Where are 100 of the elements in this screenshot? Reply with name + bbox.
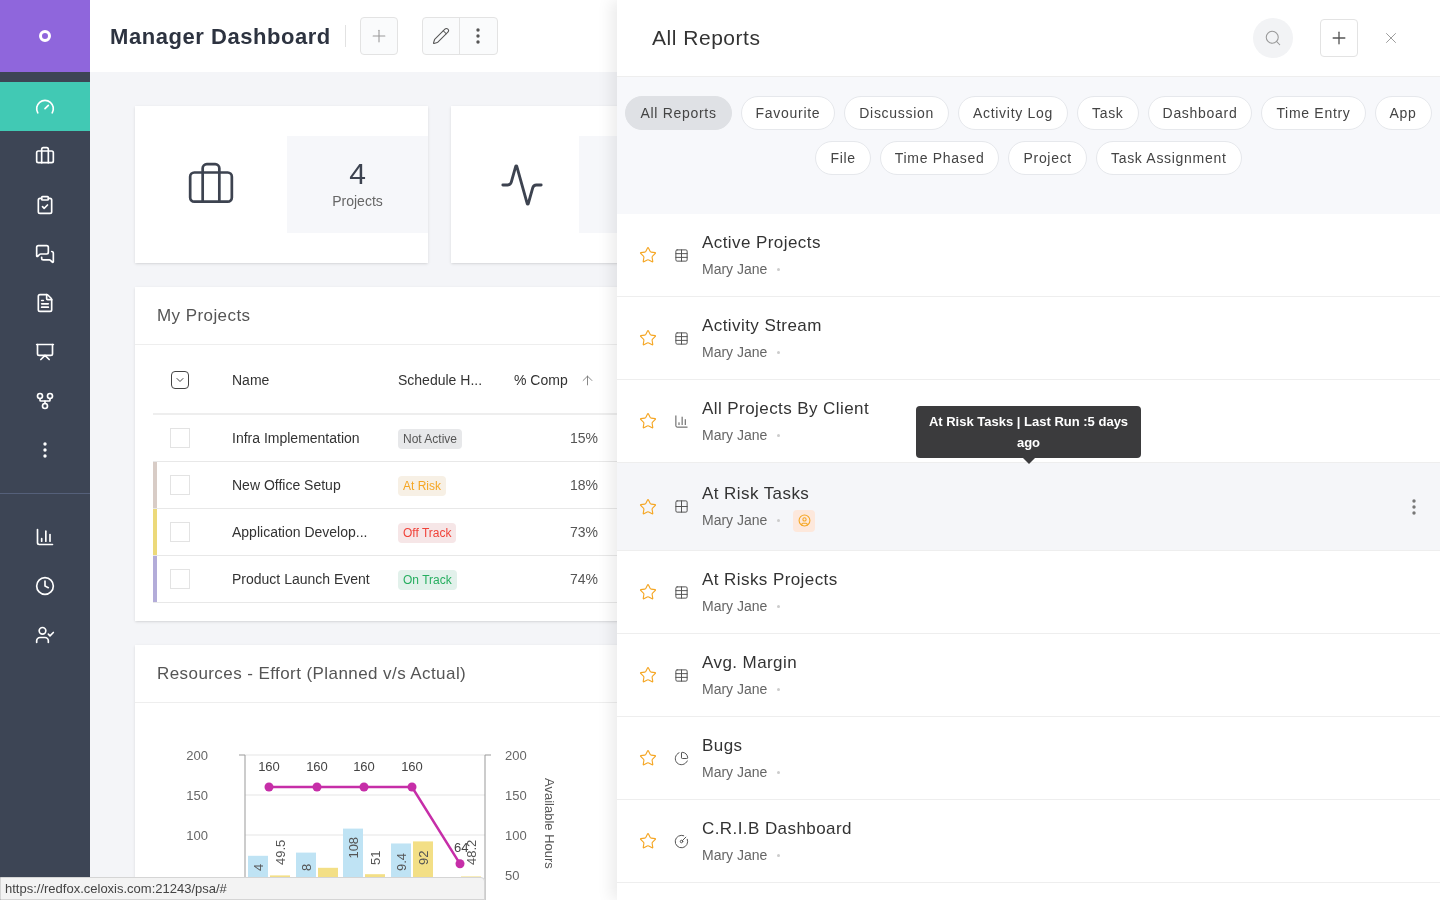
- data-label: 160: [258, 759, 280, 774]
- data-label: 160: [401, 759, 423, 774]
- data-label: 4: [251, 863, 266, 871]
- axis-tick-label: 200: [186, 748, 208, 763]
- status-label: Not Active: [398, 428, 463, 449]
- chat-icon: [35, 243, 55, 264]
- user-icon: [797, 514, 811, 528]
- add-button[interactable]: [359, 17, 398, 55]
- project-name[interactable]: Infra Implementation: [232, 427, 398, 449]
- star-icon[interactable]: [639, 329, 657, 347]
- star-icon[interactable]: [639, 832, 657, 850]
- filter-chip[interactable]: Time Phased: [879, 141, 1000, 175]
- filter-chip[interactable]: All Reports: [625, 96, 732, 130]
- row-checkbox[interactable]: [170, 569, 190, 589]
- report-title[interactable]: All Projects By Client: [702, 396, 870, 422]
- filter-chip[interactable]: Dashboard: [1147, 96, 1253, 130]
- logo-icon: [39, 30, 51, 42]
- table-icon: [674, 247, 689, 263]
- chart-icon: [35, 526, 55, 547]
- filter-chip[interactable]: App: [1374, 96, 1432, 130]
- star-icon[interactable]: [639, 246, 657, 264]
- star-icon[interactable]: [639, 497, 657, 516]
- report-title[interactable]: Active Projects: [702, 230, 821, 256]
- more-icon[interactable]: [1412, 498, 1416, 515]
- filter-chip[interactable]: Favourite: [740, 96, 836, 130]
- project-name[interactable]: New Office Setup: [232, 474, 398, 496]
- search-button[interactable]: [1253, 18, 1293, 58]
- column-header[interactable]: % Comp: [514, 369, 576, 391]
- row-checkbox[interactable]: [170, 522, 190, 542]
- report-author: Mary Jane: [702, 845, 768, 865]
- axis-title: Available Hours: [542, 778, 557, 869]
- report-title[interactable]: Bugs: [702, 733, 781, 759]
- filter-chip[interactable]: Time Entry: [1261, 96, 1366, 130]
- star-icon[interactable]: [639, 749, 657, 767]
- tooltip-arrow: [1023, 458, 1035, 464]
- data-label: 160: [353, 759, 375, 774]
- percent-complete: 74%: [568, 569, 598, 589]
- star-icon[interactable]: [639, 583, 657, 601]
- report-title[interactable]: Avg. Margin: [702, 650, 798, 676]
- report-author: Mary Jane: [702, 259, 768, 279]
- star-icon[interactable]: [639, 666, 657, 684]
- report-author: Mary Jane: [702, 425, 768, 445]
- bar-chart-icon: [674, 413, 689, 429]
- grid-icon: [674, 499, 689, 514]
- axis-tick-label: 200: [505, 748, 527, 763]
- gauge-icon: [674, 833, 689, 849]
- report-title[interactable]: At Risk Tasks: [702, 481, 816, 507]
- stat-label: Projects: [332, 192, 383, 211]
- report-title[interactable]: Activity Stream: [702, 313, 822, 339]
- add-report-button[interactable]: [1320, 19, 1358, 57]
- status-bar: https://redfox.celoxis.com:21243/psa/#: [0, 877, 485, 900]
- filter-chip[interactable]: Task: [1077, 96, 1139, 130]
- pie-chart-icon: [674, 750, 689, 766]
- percent-complete: 15%: [568, 428, 598, 448]
- filter-chip[interactable]: Project: [1008, 141, 1087, 175]
- status-label: On Track: [398, 569, 457, 590]
- status-label: Off Track: [398, 522, 457, 543]
- table-icon: [674, 584, 689, 600]
- filter-chip[interactable]: Task Assignment: [1095, 141, 1242, 175]
- axis-tick-label: 50: [505, 868, 520, 883]
- project-name[interactable]: Application Develop...: [232, 521, 398, 543]
- report-row[interactable]: At Risks Projects Mary Jane: [617, 551, 1440, 634]
- axis-tick-label: 100: [186, 828, 208, 843]
- report-row[interactable]: C.R.I.B Dashboard Mary Jane: [617, 800, 1440, 883]
- project-name[interactable]: Product Launch Event: [232, 568, 398, 590]
- presentation-icon: [35, 341, 55, 362]
- stat-value: 4: [349, 157, 366, 191]
- table-icon: [674, 667, 689, 683]
- clock-icon: [35, 575, 55, 596]
- data-label: 49.5: [273, 839, 288, 865]
- axis-tick-label: 150: [186, 788, 208, 803]
- column-header[interactable]: Name: [232, 369, 398, 391]
- report-author: Mary Jane: [702, 596, 768, 616]
- star-icon[interactable]: [639, 412, 657, 430]
- axis-tick-label: 100: [505, 828, 527, 843]
- report-row[interactable]: Bugs Mary Jane: [617, 717, 1440, 800]
- data-label: 92: [416, 850, 431, 865]
- column-header[interactable]: Schedule H...: [398, 369, 514, 391]
- branch-icon: [35, 390, 55, 411]
- report-title[interactable]: C.R.I.B Dashboard: [702, 816, 852, 842]
- row-checkbox[interactable]: [170, 428, 190, 448]
- report-row[interactable]: Activity Stream Mary Jane: [617, 297, 1440, 380]
- report-row[interactable]: Active Projects Mary Jane: [617, 214, 1440, 297]
- filter-chip[interactable]: Discussion: [844, 96, 949, 130]
- data-point: [359, 782, 369, 792]
- row-checkbox[interactable]: [170, 475, 190, 495]
- data-label: 108: [346, 836, 361, 859]
- filter-chip[interactable]: Activity Log: [958, 96, 1068, 130]
- data-point: [407, 782, 417, 792]
- select-menu-button[interactable]: [171, 371, 189, 389]
- report-author: Mary Jane: [702, 679, 768, 699]
- report-row[interactable]: Avg. Margin Mary Jane: [617, 634, 1440, 717]
- filter-chip[interactable]: File: [815, 141, 871, 175]
- more-icon: [43, 441, 47, 458]
- data-point: [312, 782, 322, 792]
- panel-title: All Reports: [652, 25, 762, 52]
- report-title[interactable]: At Risks Projects: [702, 567, 838, 593]
- report-row[interactable]: At Risk Tasks Mary Jane: [617, 463, 1440, 551]
- percent-complete: 18%: [568, 475, 598, 495]
- page-title: Manager Dashboard: [110, 22, 331, 51]
